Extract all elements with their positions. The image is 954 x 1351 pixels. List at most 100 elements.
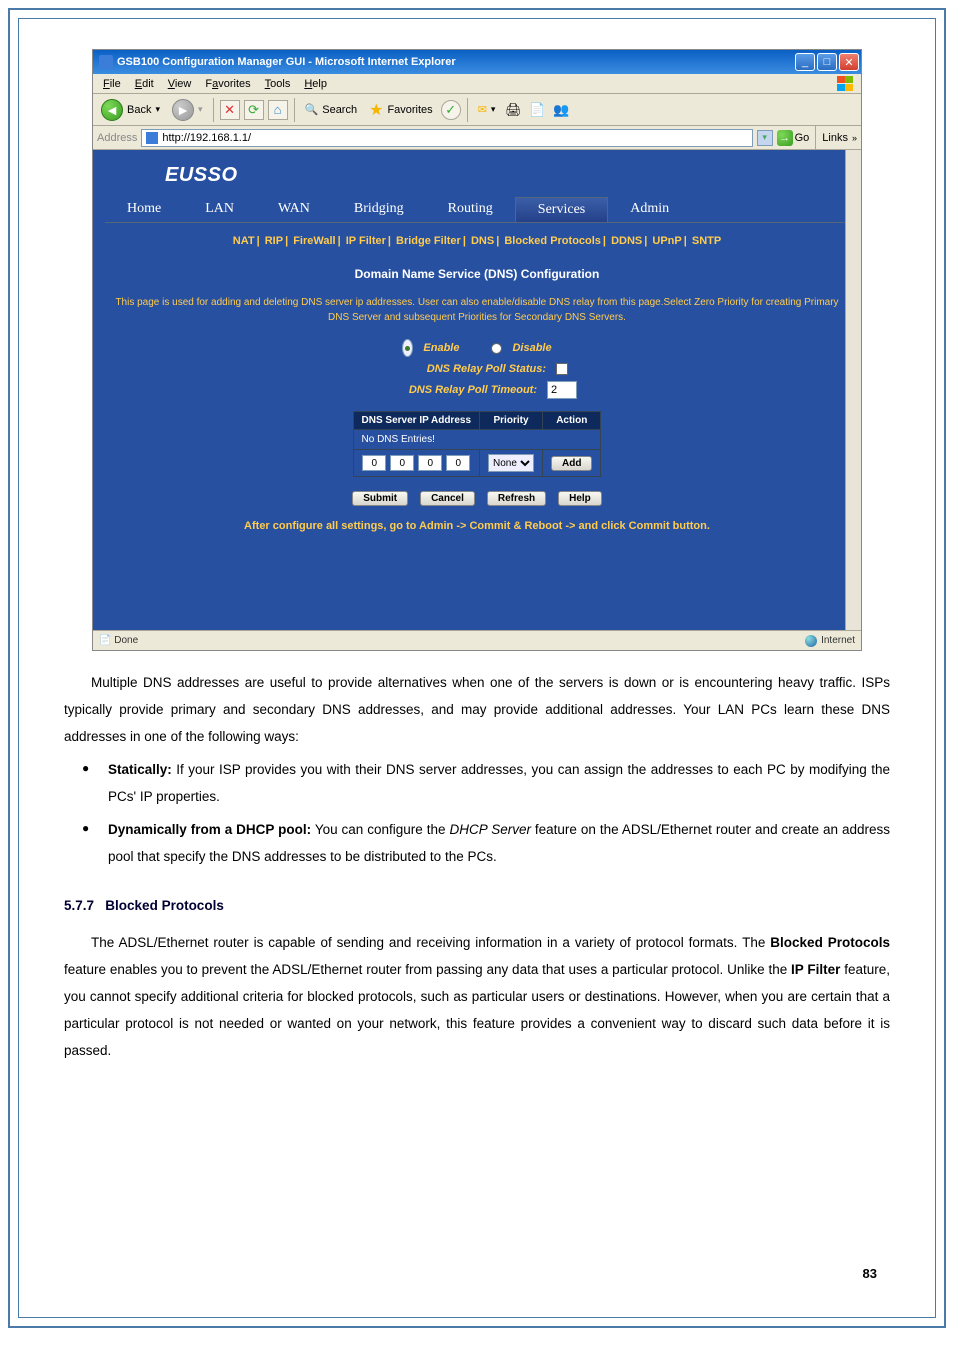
bullet-dynamically: Dynamically from a DHCP pool: You can co… (64, 816, 890, 870)
statusbar: 📄 Done Internet (93, 630, 861, 650)
tab-services[interactable]: Services (515, 197, 608, 222)
sub-nav: NAT| RIP| FireWall| IP Filter| Bridge Fi… (105, 223, 849, 261)
document-body: Multiple DNS addresses are useful to pro… (64, 669, 890, 1064)
address-dropdown[interactable]: ▾ (757, 130, 773, 146)
page-icon (146, 132, 158, 144)
menu-favorites[interactable]: Favorites (199, 76, 256, 92)
enable-label: Enable (423, 342, 459, 354)
tab-routing[interactable]: Routing (426, 197, 515, 222)
menu-edit[interactable]: Edit (129, 76, 160, 92)
add-button[interactable]: Add (551, 456, 592, 471)
tab-bridging[interactable]: Bridging (332, 197, 426, 222)
menu-view[interactable]: View (162, 76, 198, 92)
forward-button[interactable]: ►▾ (168, 97, 207, 123)
favorites-button[interactable]: ★Favorites (365, 98, 437, 122)
discuss-button[interactable]: 👥 (551, 100, 571, 120)
address-label: Address (97, 132, 137, 144)
subnav-upnp[interactable]: UPnP (652, 235, 681, 247)
menu-tools[interactable]: Tools (259, 76, 297, 92)
poll-timeout-label: DNS Relay Poll Timeout: (377, 384, 537, 396)
paragraph-2: The ADSL/Ethernet router is capable of s… (64, 929, 890, 1064)
enable-radio[interactable] (402, 339, 413, 357)
toolbar: ◄Back▾ ►▾ ✕ ⟳ ⌂ 🔍Search ★Favorites ✓ ✉▾ … (93, 94, 861, 126)
ip-cell (353, 450, 480, 477)
search-icon: 🔍 (305, 103, 319, 116)
edit-button[interactable]: 📄 (527, 100, 547, 120)
internet-zone-icon (805, 635, 817, 647)
go-button[interactable]: →Go (777, 130, 810, 146)
help-button[interactable]: Help (558, 491, 602, 506)
mail-button[interactable]: ✉▾ (474, 101, 500, 118)
stop-button[interactable]: ✕ (220, 100, 240, 120)
status-zone: Internet (821, 635, 855, 646)
subnav-ipfilter[interactable]: IP Filter (346, 235, 386, 247)
disable-radio[interactable] (491, 343, 502, 354)
discuss-icon: 👥 (553, 102, 569, 118)
refresh-button[interactable]: ⟳ (244, 100, 264, 120)
back-button[interactable]: ◄Back▾ (97, 97, 164, 123)
mail-icon: ✉ (478, 103, 487, 116)
submit-button[interactable]: Submit (352, 491, 408, 506)
status-done: Done (114, 635, 138, 646)
dns-table: DNS Server IP Address Priority Action No… (353, 411, 602, 477)
menubar: File Edit View Favorites Tools Help (93, 74, 861, 94)
subnav-rip[interactable]: RIP (265, 235, 283, 247)
scrollbar[interactable] (845, 150, 861, 630)
minimize-button[interactable]: _ (795, 53, 815, 71)
address-input[interactable]: http://192.168.1.1/ (141, 129, 752, 147)
subnav-bridge[interactable]: Bridge Filter (396, 235, 461, 247)
refresh-page-button[interactable]: Refresh (487, 491, 546, 506)
history-button[interactable]: ✓ (441, 100, 461, 120)
search-button[interactable]: 🔍Search (301, 101, 362, 118)
subnav-sntp[interactable]: SNTP (692, 235, 721, 247)
window-title: GSB100 Configuration Manager GUI - Micro… (117, 56, 456, 68)
star-icon: ★ (369, 100, 383, 120)
ip-octet-4[interactable] (446, 455, 470, 471)
bullet-statically: Statically: If your ISP provides you wit… (64, 756, 890, 810)
poll-timeout-input[interactable] (547, 381, 577, 399)
tab-wan[interactable]: WAN (256, 197, 332, 222)
main-nav: Home LAN WAN Bridging Routing Services A… (105, 197, 849, 223)
footer-message: After configure all settings, go to Admi… (105, 520, 849, 532)
poll-status-checkbox[interactable] (556, 363, 568, 375)
page-content: EUSSO Home LAN WAN Bridging Routing Serv… (93, 150, 861, 630)
heading-blocked-protocols: 5.7.7 Blocked Protocols (64, 892, 890, 919)
address-url: http://192.168.1.1/ (162, 132, 747, 144)
windows-logo-icon (837, 76, 857, 92)
section-title: Domain Name Service (DNS) Configuration (105, 267, 849, 281)
home-button[interactable]: ⌂ (268, 100, 288, 120)
links-label[interactable]: Links (822, 132, 848, 144)
poll-status-label: DNS Relay Poll Status: (386, 363, 546, 375)
ip-octet-2[interactable] (390, 455, 414, 471)
subnav-nat[interactable]: NAT (233, 235, 255, 247)
cancel-button[interactable]: Cancel (420, 491, 475, 506)
subnav-firewall[interactable]: FireWall (293, 235, 335, 247)
print-icon: 🖨 (505, 102, 522, 118)
th-ip: DNS Server IP Address (353, 412, 480, 430)
menu-help[interactable]: Help (298, 76, 333, 92)
subnav-dns[interactable]: DNS (471, 235, 494, 247)
tab-lan[interactable]: LAN (183, 197, 256, 222)
tab-home[interactable]: Home (105, 197, 183, 222)
disable-label: Disable (512, 342, 551, 354)
menu-file[interactable]: File (97, 76, 127, 92)
print-button[interactable]: 🖨 (503, 100, 523, 120)
paragraph-1: Multiple DNS addresses are useful to pro… (64, 669, 890, 750)
subnav-ddns[interactable]: DDNS (611, 235, 642, 247)
page-status-icon: 📄 (99, 635, 111, 646)
th-action: Action (543, 412, 601, 430)
ip-octet-3[interactable] (418, 455, 442, 471)
edit-icon: 📄 (529, 102, 545, 118)
th-priority: Priority (480, 412, 543, 430)
page-number: 83 (863, 1266, 877, 1281)
priority-select[interactable]: None (488, 454, 534, 472)
tab-admin[interactable]: Admin (608, 197, 691, 222)
no-entries: No DNS Entries! (353, 430, 601, 450)
ie-window: GSB100 Configuration Manager GUI - Micro… (92, 49, 862, 651)
subnav-blocked[interactable]: Blocked Protocols (504, 235, 601, 247)
brand-logo: EUSSO (165, 164, 238, 186)
ip-octet-1[interactable] (362, 455, 386, 471)
addressbar: Address http://192.168.1.1/ ▾ →Go Links … (93, 126, 861, 150)
maximize-button[interactable]: □ (817, 53, 837, 71)
close-button[interactable]: ✕ (839, 53, 859, 71)
